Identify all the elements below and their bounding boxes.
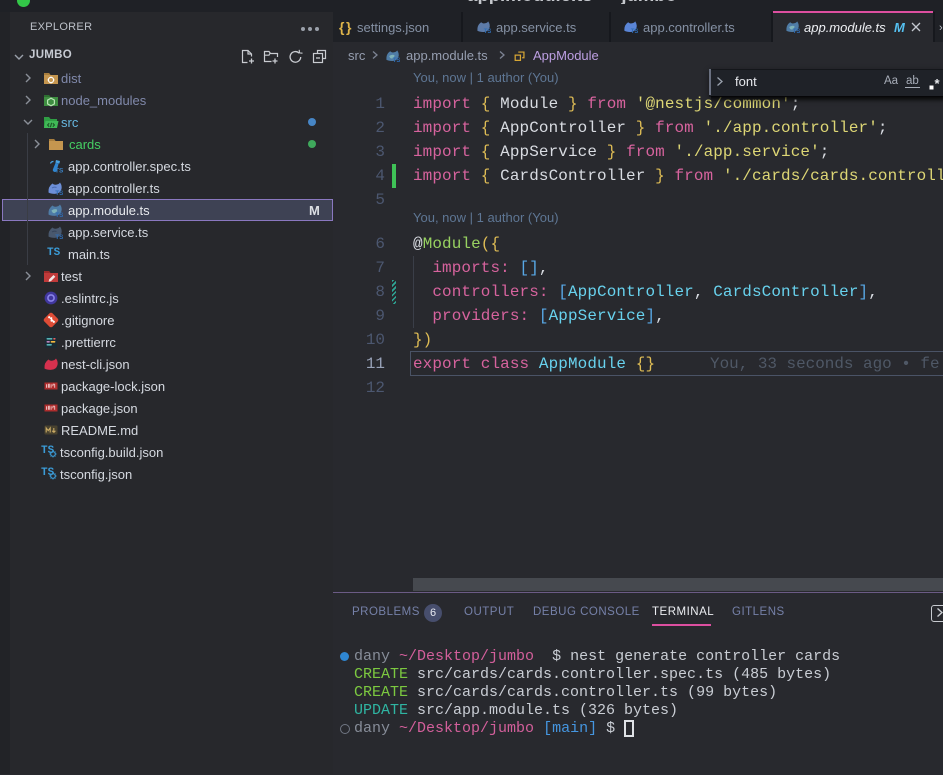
- svg-text:TS: TS: [393, 57, 400, 63]
- svg-text:TS: TS: [793, 28, 800, 34]
- svg-text:TS: TS: [55, 190, 63, 196]
- svg-text:TS: TS: [55, 234, 63, 240]
- svg-text:TS: TS: [55, 212, 63, 218]
- svg-text:TS: TS: [631, 28, 638, 34]
- svg-text:TS: TS: [55, 168, 63, 175]
- svg-text:*: *: [935, 76, 941, 91]
- svg-text:TS: TS: [484, 28, 491, 34]
